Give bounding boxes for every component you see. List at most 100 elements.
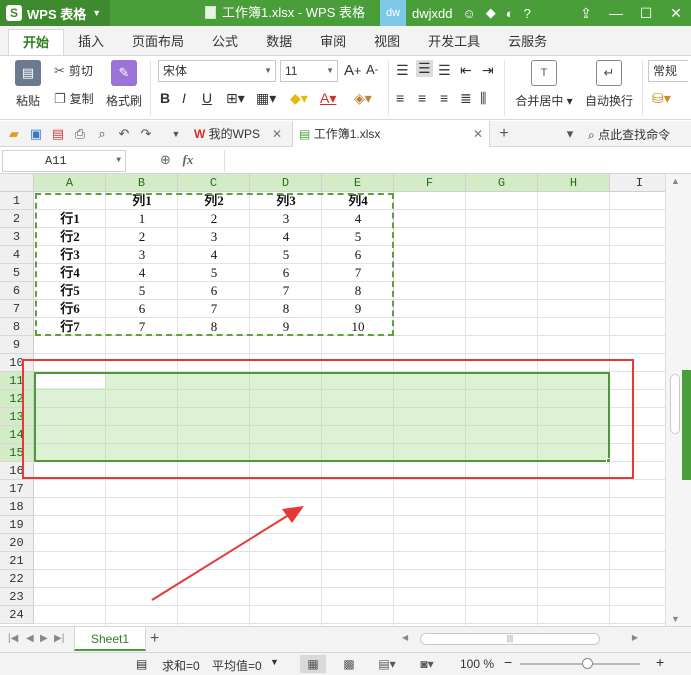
cell-d3[interactable]: 4 [250,228,322,246]
skin-icon[interactable]: ◆ [486,5,496,21]
page-layout-view-icon[interactable]: ▤▾ [374,655,400,673]
tab-home[interactable]: 开始 [8,29,65,55]
cell-b4[interactable]: 3 [106,246,178,264]
distribute-icon[interactable]: ⫼ [480,90,486,107]
zoom-slider[interactable] [520,658,640,669]
tab-developer[interactable]: 开发工具 [414,29,494,55]
cell-e2[interactable]: 4 [322,210,394,228]
cell-d4[interactable]: 5 [250,246,322,264]
row-header-20[interactable]: 20 [0,534,34,552]
row-header-5[interactable]: 5 [0,264,34,282]
italic-icon[interactable]: I [182,90,186,106]
column-header-i[interactable]: I [610,174,665,192]
cell-d2[interactable]: 3 [250,210,322,228]
font-name-select[interactable]: 宋体 ▼ [158,60,276,82]
sheet-tab-sheet1[interactable]: Sheet1 [74,627,146,651]
search-command[interactable]: ⌕ 点此查找命令 [588,126,670,143]
indent-increase-icon[interactable]: ⇥ [482,62,494,79]
export-pdf-icon[interactable]: ▤ [50,126,66,142]
align-bottom-icon[interactable]: ☰ [438,62,451,79]
scroll-right-icon[interactable]: ▶ [632,633,638,642]
close-icon[interactable]: ✕ [473,121,483,147]
cell-b5[interactable]: 4 [106,264,178,282]
font-color-icon[interactable]: A▾ [320,90,336,107]
close-icon[interactable]: ✕ [272,121,282,147]
close-button[interactable]: ✕ [661,0,691,26]
username[interactable]: dwjxdd [412,6,452,21]
row-header-15[interactable]: 15 [0,444,34,462]
fill-color-icon[interactable]: ◆▾ [290,90,308,107]
chevron-down-icon[interactable]: ▼ [168,126,184,142]
last-sheet-icon[interactable]: ▶| [54,633,64,644]
fill-handle[interactable] [606,458,611,463]
cell-c1[interactable]: 列2 [178,192,250,210]
cell-c4[interactable]: 4 [178,246,250,264]
cell-a2[interactable]: 行1 [34,210,106,228]
cell-d5[interactable]: 6 [250,264,322,282]
minimize-button[interactable]: — [601,0,631,26]
cell-b7[interactable]: 6 [106,300,178,318]
face-icon[interactable]: ☺ [462,6,475,21]
cell-a7[interactable]: 行6 [34,300,106,318]
tab-insert[interactable]: 插入 [64,29,118,55]
cell-e8[interactable]: 10 [322,318,394,336]
cell-c7[interactable]: 7 [178,300,250,318]
share-icon[interactable]: ◐ [506,6,514,21]
font-size-select[interactable]: 11 ▼ [280,60,338,82]
cell-d8[interactable]: 9 [250,318,322,336]
cell-d1[interactable]: 列3 [250,192,322,210]
row-header-17[interactable]: 17 [0,480,34,498]
align-middle-icon[interactable]: ☰ [416,60,433,77]
row-header-4[interactable]: 4 [0,246,34,264]
cell-e7[interactable]: 9 [322,300,394,318]
row-header-14[interactable]: 14 [0,426,34,444]
cell-e3[interactable]: 5 [322,228,394,246]
row-header-18[interactable]: 18 [0,498,34,516]
column-header-d[interactable]: D [250,174,322,192]
maximize-button[interactable]: ☐ [631,0,661,26]
row-header-10[interactable]: 10 [0,354,34,372]
cell-b3[interactable]: 2 [106,228,178,246]
row-header-19[interactable]: 19 [0,516,34,534]
increase-font-icon[interactable]: A + [344,62,361,79]
tab-data[interactable]: 数据 [252,29,306,55]
row-header-9[interactable]: 9 [0,336,34,354]
align-top-icon[interactable]: ☰ [396,62,409,79]
tab-review[interactable]: 审阅 [306,29,360,55]
row-header-3[interactable]: 3 [0,228,34,246]
wrap-text-button[interactable]: ↵ 自动换行 [582,60,636,116]
column-header-a[interactable]: A [34,174,106,192]
side-panel-toggle[interactable] [682,370,691,480]
tab-page-layout[interactable]: 页面布局 [118,29,198,55]
cell-d7[interactable]: 8 [250,300,322,318]
column-header-e[interactable]: E [322,174,394,192]
first-sheet-icon[interactable]: |◀ [8,633,18,644]
active-cell[interactable] [36,374,105,388]
cell-a6[interactable]: 行5 [34,282,106,300]
save-icon[interactable]: ▣ [28,126,44,142]
zoom-formula-icon[interactable]: ⊕ [160,152,171,167]
page-break-view-icon[interactable]: ▩ [336,655,362,673]
cell-e5[interactable]: 7 [322,264,394,282]
row-header-23[interactable]: 23 [0,588,34,606]
horizontal-scrollbar[interactable]: ◀ ||| ▶ [400,633,640,645]
avatar[interactable]: dw [380,0,406,26]
tab-list-icon[interactable]: ▾ [562,126,578,142]
row-header-21[interactable]: 21 [0,552,34,570]
reading-mode-icon[interactable]: ◙▾ [414,655,440,673]
undo-icon[interactable]: ↶ [116,126,132,142]
row-header-8[interactable]: 8 [0,318,34,336]
align-right-icon[interactable]: ≡ [440,90,448,106]
align-left-icon[interactable]: ≡ [396,90,404,106]
tab-view[interactable]: 视图 [360,29,414,55]
cell-a8[interactable]: 行7 [34,318,106,336]
cell-a5[interactable]: 行4 [34,264,106,282]
clear-format-icon[interactable]: ◈▾ [354,90,372,107]
formula-input[interactable] [224,150,689,172]
next-sheet-icon[interactable]: ▶ [40,633,48,644]
row-header-12[interactable]: 12 [0,390,34,408]
select-all-corner[interactable] [0,174,34,192]
fill-grid-icon[interactable]: ▦▾ [256,90,276,107]
cell-b6[interactable]: 5 [106,282,178,300]
paste-button[interactable]: ▤ 粘贴 [8,60,48,116]
